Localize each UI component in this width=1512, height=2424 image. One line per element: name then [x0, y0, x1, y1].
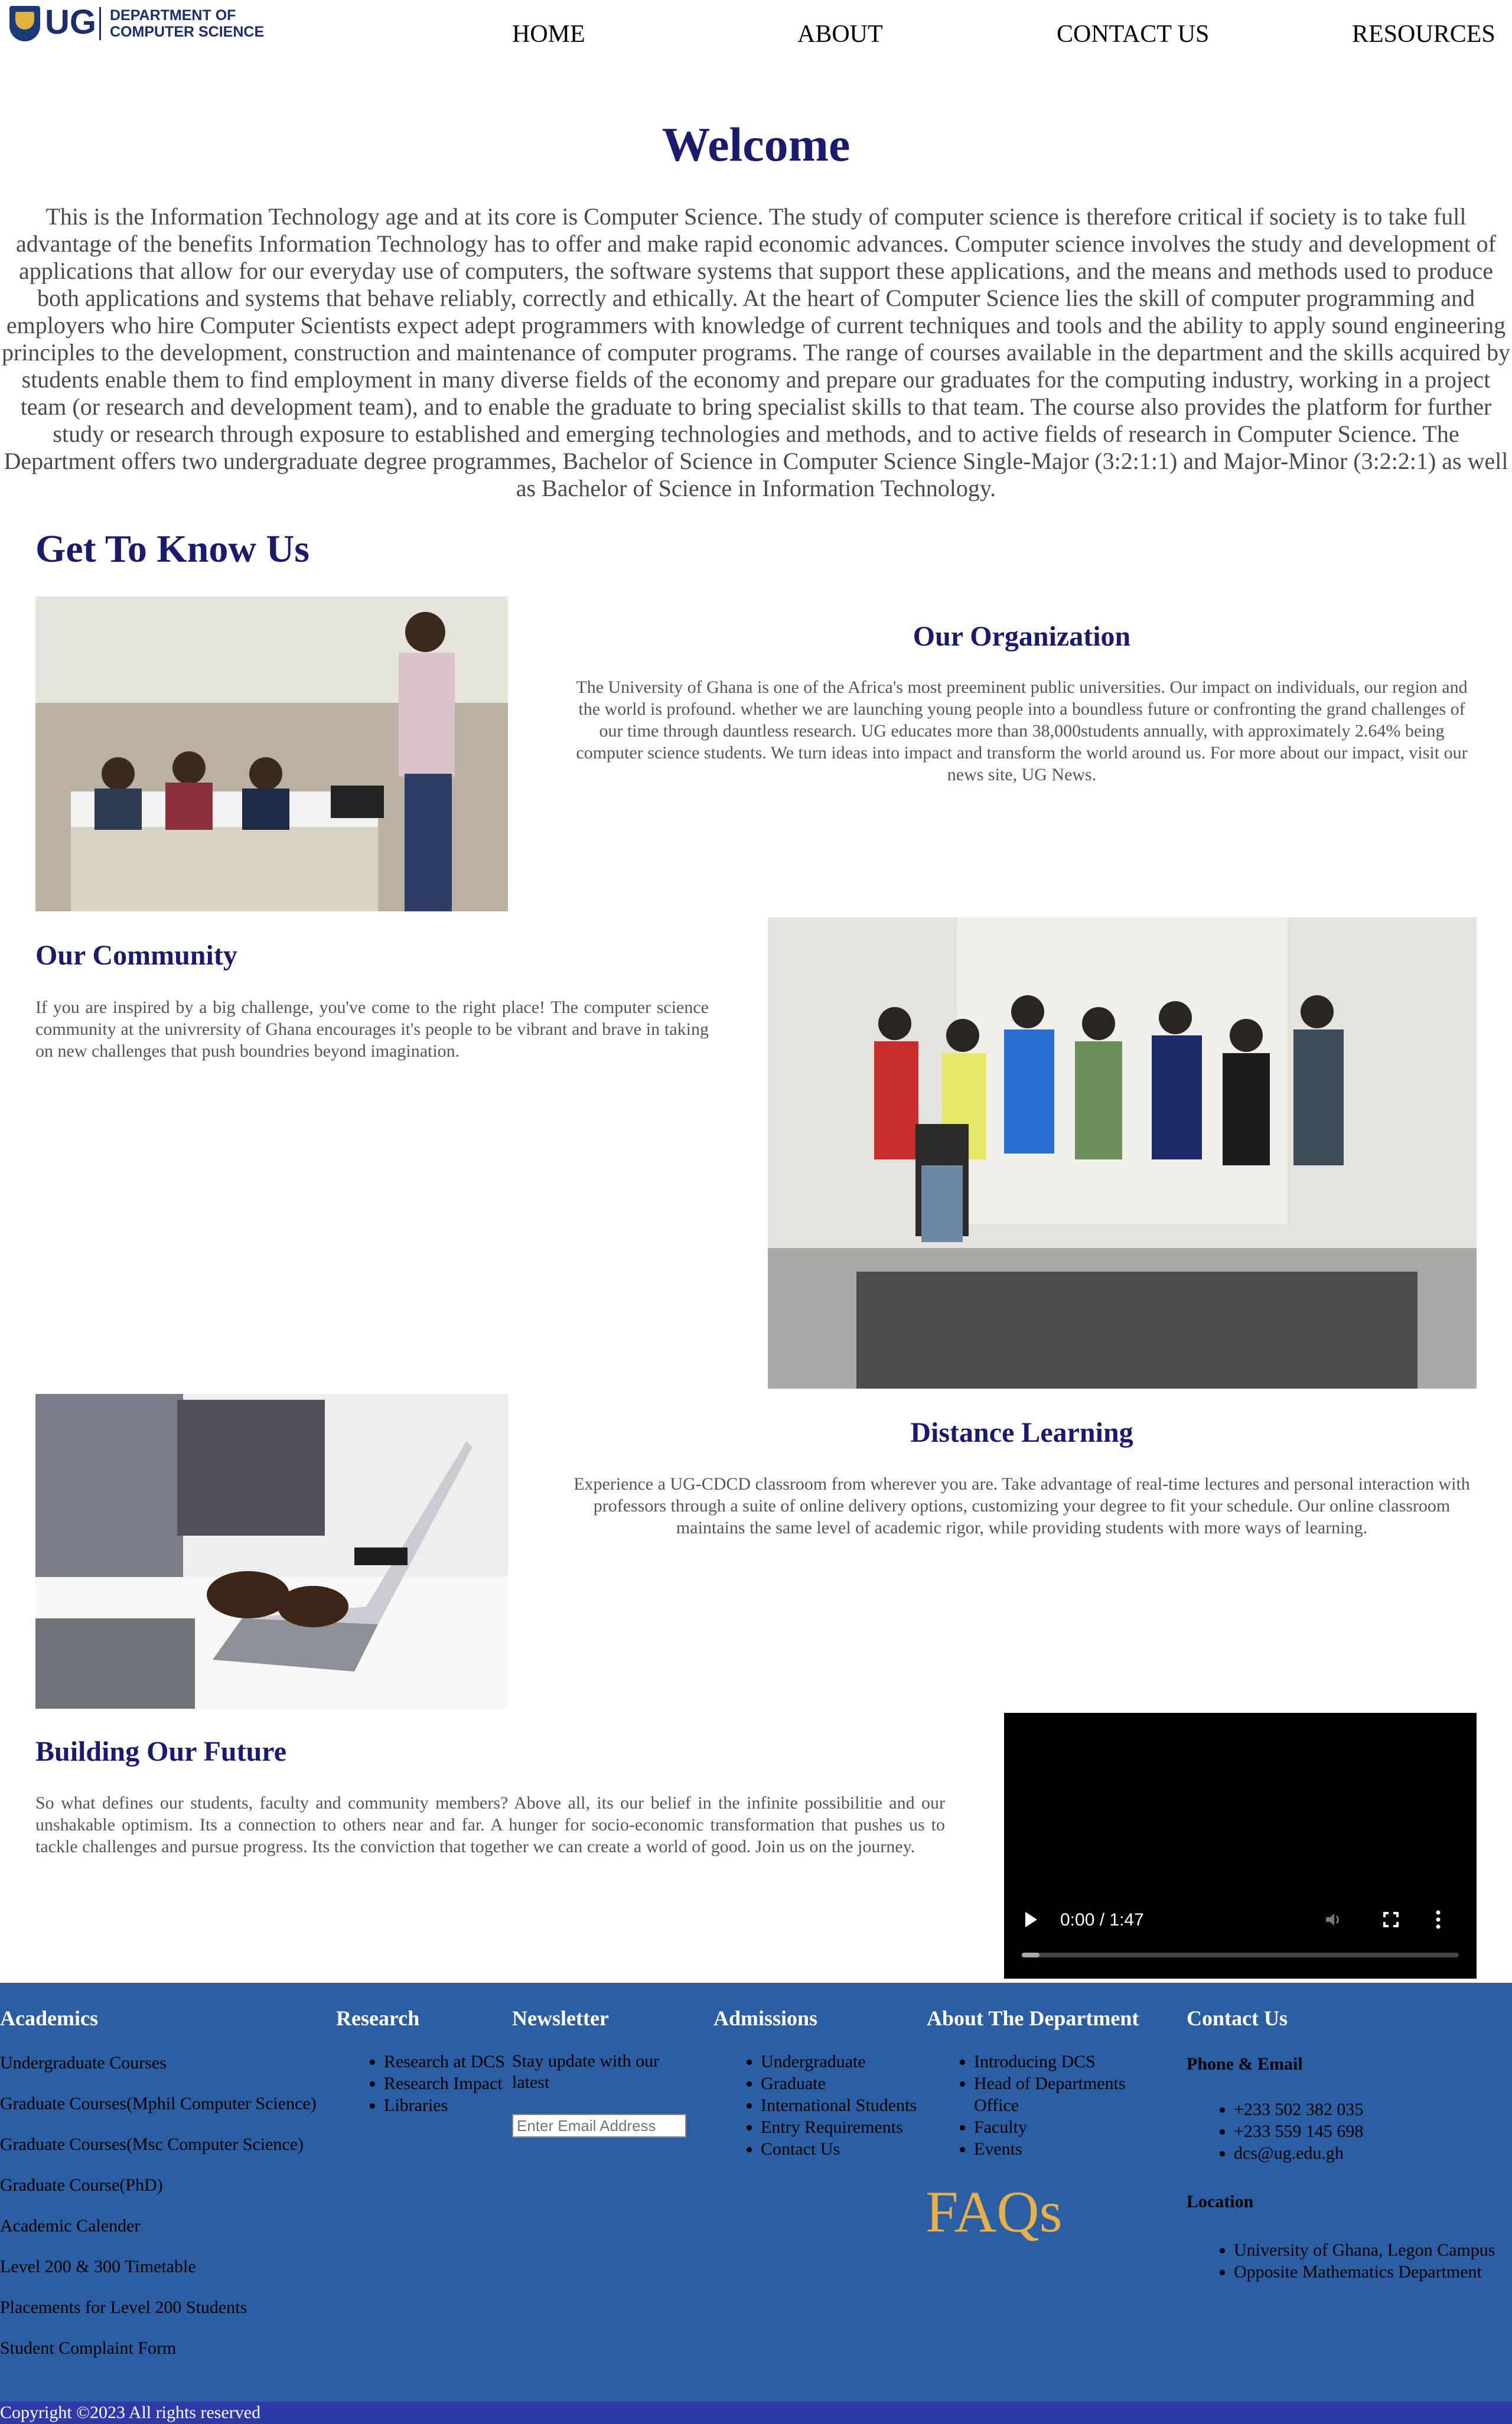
distance-learning-title: Distance Learning	[910, 1417, 1133, 1448]
logo-department-text: DEPARTMENT OF COMPUTER SCIENCE	[110, 7, 265, 40]
welcome-title: Welcome	[662, 118, 850, 171]
our-community-title: Our Community	[35, 940, 237, 971]
footer-admissions-link[interactable]: Graduate	[761, 2073, 962, 2094]
footer-research-link[interactable]: Libraries	[384, 2094, 549, 2116]
building-future-text: So what defines our students, faculty an…	[35, 1793, 945, 1856]
site-logo[interactable]: UG DEPARTMENT OF COMPUTER SCIENCE	[9, 2, 281, 45]
footer-academics-title: Academics	[0, 2006, 98, 2030]
footer-admissions-list: Undergraduate Graduate International Stu…	[731, 2051, 962, 2160]
footer-admissions-link[interactable]: International Students	[761, 2094, 962, 2116]
footer-admissions-link[interactable]: Contact Us	[761, 2138, 962, 2160]
building-future-title: Building Our Future	[35, 1736, 287, 1767]
location-title: Location	[1187, 2192, 1254, 2211]
nav-about[interactable]: ABOUT	[797, 20, 883, 54]
location-item: Opposite Mathematics Department	[1234, 2261, 1512, 2283]
classroom-lecture-photo	[35, 597, 508, 911]
footer-about-title: About The Department	[927, 2006, 1139, 2030]
footer-academics-link[interactable]: Academic Calender	[0, 2216, 331, 2237]
phone-email-title: Phone & Email	[1187, 2054, 1303, 2074]
footer-about-link[interactable]: Faculty	[974, 2116, 1175, 2138]
nav-contact-link[interactable]: CONTACT US	[1057, 21, 1209, 48]
footer: Academics Undergraduate Courses Graduate…	[0, 1983, 1512, 2402]
footer-academics-link[interactable]: Graduate Courses(Mphil Computer Science)	[0, 2093, 331, 2115]
footer-contact-title: Contact Us	[1187, 2006, 1288, 2030]
footer-about-link[interactable]: Introducing DCS	[974, 2051, 1175, 2073]
play-icon[interactable]	[1025, 1912, 1037, 1927]
nav-home-link[interactable]: HOME	[512, 21, 585, 48]
nav-about-link[interactable]: ABOUT	[797, 21, 883, 48]
video-progress-bar[interactable]	[1022, 1953, 1459, 1957]
newsletter-text: Stay update with our latest	[512, 2051, 660, 2092]
crest-icon	[9, 6, 40, 41]
footer-research-title: Research	[336, 2006, 420, 2030]
phone-1[interactable]: +233 502 382 035	[1234, 2099, 1512, 2120]
footer-phone-email-list: +233 502 382 035 +233 559 145 698 dcs@ug…	[1204, 2099, 1512, 2164]
footer-academics-link[interactable]: Level 200 & 300 Timetable	[0, 2256, 331, 2278]
footer-academics-link[interactable]: Graduate Course(PhD)	[0, 2175, 331, 2196]
our-community-text: If you are inspired by a big challenge, …	[35, 998, 709, 1061]
phone-2[interactable]: +233 559 145 698	[1234, 2120, 1512, 2142]
email-address[interactable]: dcs@ug.edu.gh	[1234, 2142, 1512, 2164]
video-player[interactable]: 0:00 / 1:47	[1004, 1713, 1477, 1979]
nav-resources-link[interactable]: RESOURCES	[1352, 21, 1495, 48]
distance-learning-text: Experience a UG-CDCD classroom from wher…	[573, 1474, 1470, 1537]
footer-academics-link[interactable]: Student Complaint Form	[0, 2338, 331, 2359]
footer-admissions-link[interactable]: Entry Requirements	[761, 2116, 962, 2138]
fullscreen-icon[interactable]	[1382, 1911, 1400, 1928]
footer-admissions-title: Admissions	[713, 2006, 818, 2030]
our-organization-title: Our Organization	[913, 621, 1131, 652]
footer-academics-link[interactable]: Placements for Level 200 Students	[0, 2297, 331, 2318]
footer-academics-list: Undergraduate Courses Graduate Courses(M…	[0, 2052, 331, 2359]
community-group-photo	[768, 917, 1477, 1389]
laptop-typing-photo	[35, 1394, 508, 1709]
footer-location-list: University of Ghana, Legon Campus Opposi…	[1204, 2239, 1512, 2283]
location-item: University of Ghana, Legon Campus	[1234, 2239, 1512, 2261]
footer-admissions-link[interactable]: Undergraduate	[761, 2051, 962, 2073]
footer-about-list: Introducing DCS Head of Departments Offi…	[944, 2051, 1175, 2160]
logo-divider	[99, 7, 101, 40]
footer-academics-link[interactable]: Graduate Courses(Msc Computer Science)	[0, 2134, 331, 2155]
nav-home[interactable]: HOME	[512, 20, 585, 54]
faqs-link[interactable]: FAQs	[926, 2179, 1063, 2244]
our-organization-text: The University of Ghana is one of the Af…	[576, 677, 1468, 784]
welcome-text: This is the Information Technology age a…	[2, 203, 1510, 501]
get-to-know-us-title: Get To Know Us	[35, 527, 309, 571]
newsletter-email-input[interactable]	[512, 2114, 686, 2138]
footer-about-link[interactable]: Head of Departments Office	[974, 2073, 1175, 2116]
logo-ug-text: UG	[45, 3, 96, 41]
nav-contact-us[interactable]: CONTACT US	[1057, 20, 1209, 54]
footer-academics-link[interactable]: Undergraduate Courses	[0, 2052, 331, 2074]
volume-icon[interactable]	[1324, 1911, 1342, 1928]
video-time: 0:00 / 1:47	[1060, 1910, 1144, 1930]
copyright-bar: Copyright ©2023 All rights reserved	[0, 2402, 1512, 2424]
nav-resources[interactable]: RESOURCES	[1352, 20, 1495, 54]
footer-about-link[interactable]: Events	[974, 2138, 1175, 2160]
more-options-icon[interactable]	[1435, 1910, 1441, 1930]
footer-newsletter-title: Newsletter	[512, 2006, 609, 2030]
